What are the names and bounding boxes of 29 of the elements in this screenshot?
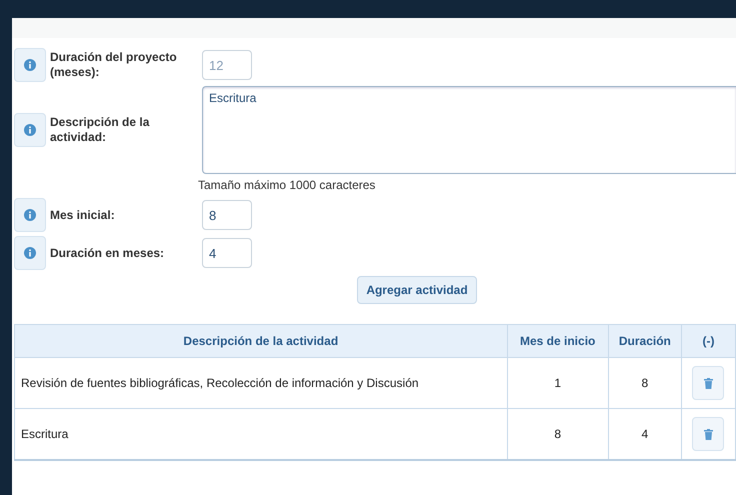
delete-button[interactable]: [692, 366, 724, 400]
info-icon: [24, 247, 36, 259]
hint-text: Tamaño máximo 1000 caracteres: [198, 178, 376, 192]
input-field[interactable]: 8: [202, 200, 252, 230]
info-icon: [24, 124, 36, 136]
info-button[interactable]: [14, 113, 46, 147]
info-icon: [24, 59, 36, 71]
field-label: Mes inicial:: [50, 208, 116, 222]
delete-button[interactable]: [692, 417, 724, 451]
table-cell: Revisión de fuentes bibliográficas, Recolección de información y Discusión: [14, 358, 508, 408]
field-label: Duración en meses:: [50, 246, 166, 260]
info-button[interactable]: [14, 48, 46, 82]
add-activity-button[interactable]: Agregar actividad: [357, 276, 477, 304]
column-header: Descripción de la actividad: [14, 324, 508, 358]
column-header: Duración: [608, 324, 682, 358]
trash-icon: [704, 428, 713, 440]
table-cell: 8: [608, 358, 682, 408]
info-button[interactable]: [14, 198, 46, 232]
info-button[interactable]: [14, 236, 46, 270]
trash-icon: [704, 378, 713, 388]
field-label: Descripción de la actividad:: [50, 115, 150, 145]
table-cell: Escritura: [14, 408, 508, 460]
table-cell: 1: [507, 358, 608, 408]
field-label: Duración del proyecto (meses):: [50, 50, 178, 80]
description-field[interactable]: Escritura: [202, 86, 736, 174]
column-header: Mes de inicio: [507, 324, 608, 358]
column-header: (-): [681, 324, 736, 358]
info-icon: [24, 209, 36, 221]
input-field[interactable]: 4: [202, 238, 252, 268]
